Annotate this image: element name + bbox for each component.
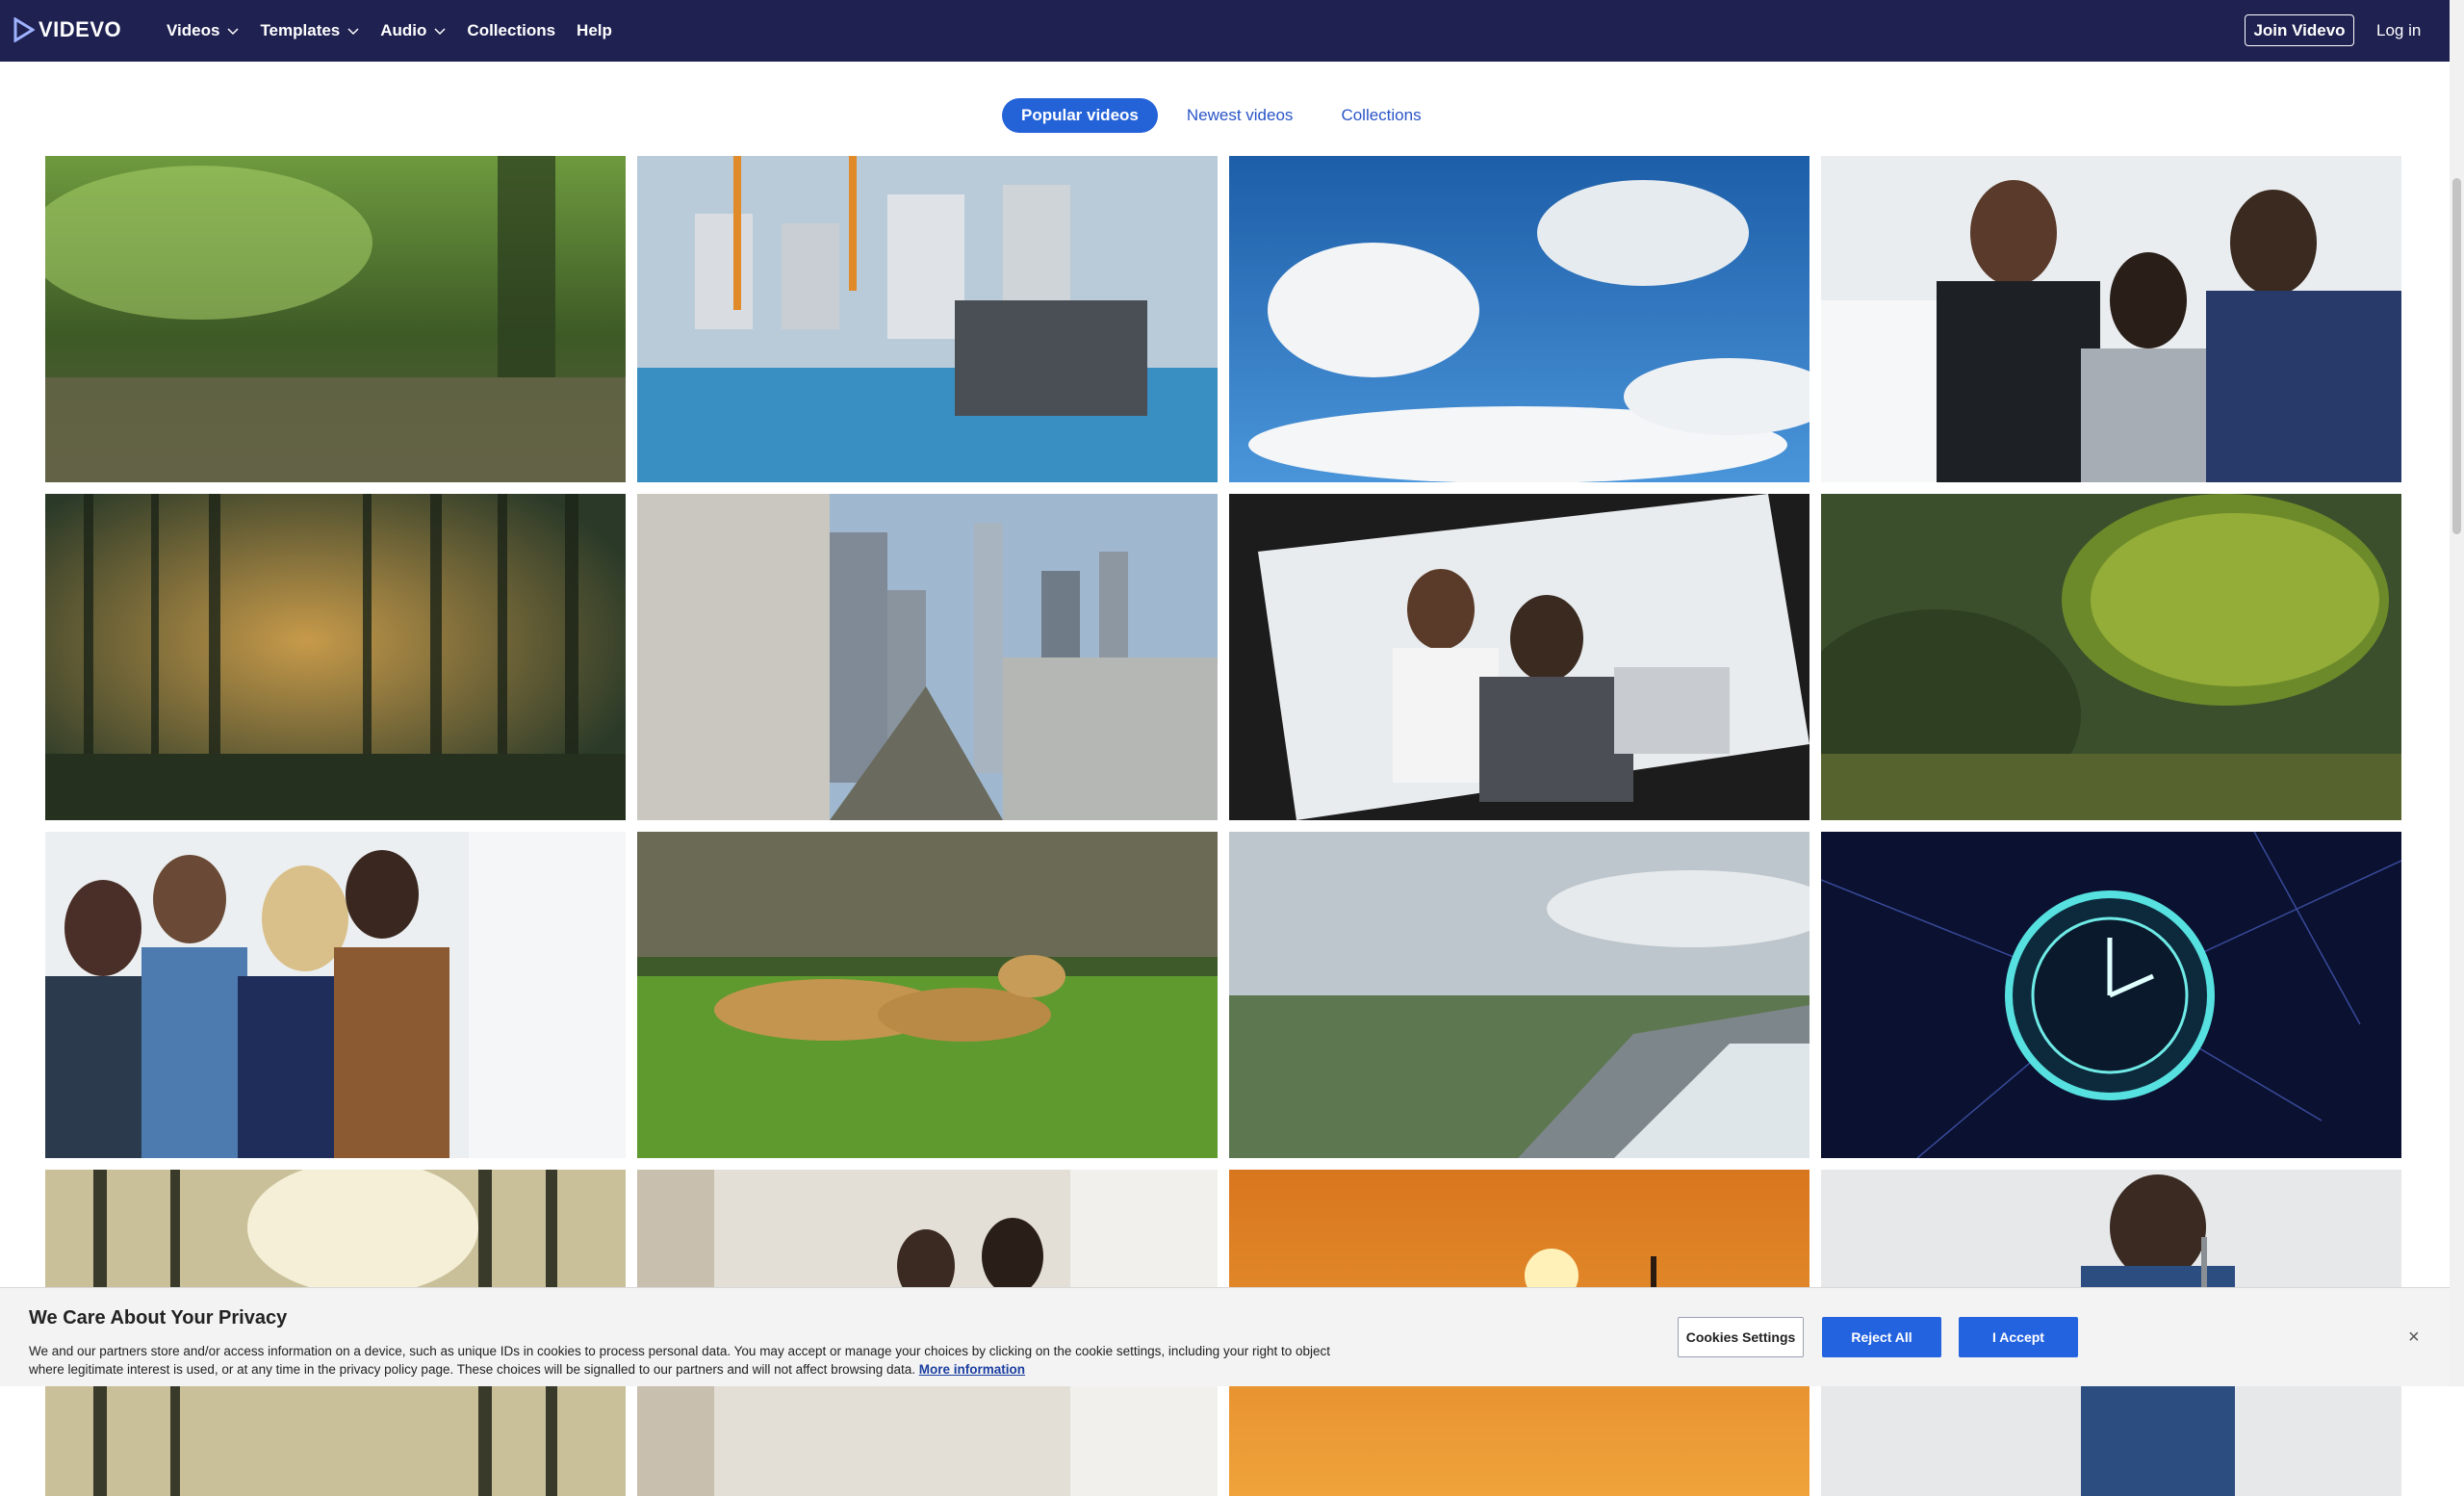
top-navigation-bar: VIDEVO Videos Templates Audio Collection… [0, 0, 2450, 62]
nav-templates[interactable]: Templates [260, 21, 359, 40]
page-scrollbar[interactable] [2450, 0, 2464, 1386]
nav-help[interactable]: Help [577, 21, 612, 40]
video-thumbnail[interactable] [637, 494, 1218, 820]
tab-newest-videos[interactable]: Newest videos [1168, 98, 1313, 133]
nav-templates-label: Templates [260, 21, 341, 39]
reject-all-button[interactable]: Reject All [1822, 1317, 1941, 1357]
main-nav: Videos Templates Audio Collections Help [167, 0, 633, 62]
cookie-description: We and our partners store and/or access … [29, 1342, 1357, 1379]
more-information-link[interactable]: More information [919, 1362, 1025, 1377]
close-icon[interactable]: × [2408, 1327, 2420, 1349]
brand-name: VIDEVO [38, 17, 122, 41]
login-link[interactable]: Log in [2376, 21, 2421, 40]
cookie-title: We Care About Your Privacy [29, 1307, 288, 1328]
scrollbar-thumb[interactable] [2452, 178, 2461, 534]
tab-collections[interactable]: Collections [1322, 98, 1440, 133]
join-button[interactable]: Join Videvo [2245, 14, 2354, 46]
video-thumbnail[interactable] [1821, 494, 2401, 820]
tab-popular-videos[interactable]: Popular videos [1002, 98, 1158, 133]
cookies-settings-button[interactable]: Cookies Settings [1678, 1317, 1804, 1357]
video-thumbnail[interactable] [1229, 156, 1810, 482]
nav-videos[interactable]: Videos [167, 21, 239, 40]
video-thumbnail[interactable] [637, 156, 1218, 482]
nav-videos-label: Videos [167, 21, 220, 39]
nav-help-label: Help [577, 21, 612, 39]
brand-logo[interactable]: VIDEVO [13, 17, 121, 42]
cookie-consent-banner: We Care About Your Privacy We and our pa… [0, 1287, 2450, 1386]
video-thumbnail[interactable] [45, 494, 626, 820]
chevron-down-icon [227, 21, 239, 40]
video-thumbnail[interactable] [45, 156, 626, 482]
play-logo-icon [13, 17, 35, 42]
video-thumbnail[interactable] [637, 832, 1218, 1158]
video-tabs: Popular videos Newest videos Collections [1002, 98, 1450, 133]
video-thumbnail[interactable] [45, 832, 626, 1158]
chevron-down-icon [434, 21, 446, 40]
accept-button[interactable]: I Accept [1959, 1317, 2078, 1357]
nav-collections-label: Collections [467, 21, 556, 39]
nav-audio-label: Audio [380, 21, 427, 39]
chevron-down-icon [347, 21, 359, 40]
video-thumbnail[interactable] [1821, 832, 2401, 1158]
nav-collections[interactable]: Collections [467, 21, 555, 40]
video-thumbnail[interactable] [1229, 832, 1810, 1158]
nav-audio[interactable]: Audio [380, 21, 446, 40]
video-thumbnail[interactable] [1821, 156, 2401, 482]
video-thumbnail[interactable] [1229, 494, 1810, 820]
cookie-text: We and our partners store and/or access … [29, 1344, 1331, 1377]
